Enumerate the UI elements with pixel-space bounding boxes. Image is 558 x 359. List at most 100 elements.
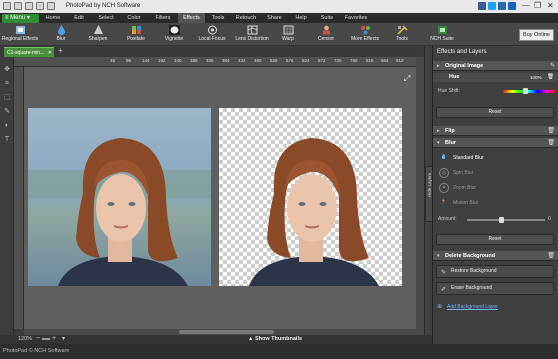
image-canvas[interactable]: ⤢ [24, 67, 416, 329]
tools-button[interactable]: Tools [383, 24, 421, 45]
tab-favorites[interactable]: Favorites [340, 13, 372, 23]
ruler-label: 576 [286, 58, 294, 63]
zoom-out-button[interactable]: − [36, 335, 40, 342]
help-icon[interactable] [47, 2, 55, 10]
amount-thumb[interactable] [499, 217, 504, 223]
ruler-label: 384 [222, 58, 230, 63]
motion-blur-label: Motion Blur [453, 200, 479, 206]
hue-reset-button[interactable]: Reset [436, 107, 554, 118]
regional-effects-button[interactable]: Regional Effects [0, 24, 40, 45]
standard-blur-option[interactable]: 💧 Standard Blur [439, 151, 549, 165]
zoom-blur-option[interactable]: ✳ Zoom Blur [439, 181, 549, 195]
restore-background-button[interactable]: ✎ Restore Background [436, 265, 554, 278]
hue-header[interactable]: Hue 100% 🗑 [433, 73, 558, 82]
tab-retouch[interactable]: Retouch [231, 13, 261, 23]
ruler-label: 768 [350, 58, 358, 63]
twitter-icon[interactable] [488, 2, 496, 10]
warp-button[interactable]: Warp [269, 24, 307, 45]
edit-icon[interactable]: ✎ [550, 61, 555, 71]
delete-bg-trash-icon[interactable]: 🗑 [547, 251, 555, 261]
local-focus-button[interactable]: Local Focus [193, 24, 231, 45]
main-menu-button[interactable]: ≡ Menu ▾ [2, 14, 39, 23]
censor-button[interactable]: Censor [307, 24, 345, 45]
undo-icon[interactable] [25, 2, 33, 10]
blur-reset-button[interactable]: Reset [436, 234, 554, 245]
crop-tool-icon[interactable]: ⌗ [2, 79, 12, 89]
vignette-button[interactable]: Vignette [155, 24, 193, 45]
brush-tool-icon[interactable]: ✎ [2, 107, 12, 117]
minimize-button[interactable]: — [522, 1, 530, 10]
fullscreen-icon[interactable]: ⤢ [404, 74, 410, 84]
main-menu-label: Menu [10, 15, 26, 21]
tab-edit[interactable]: Edit [66, 13, 92, 23]
show-thumbnails-button[interactable]: ▲ Show Thumbnails [248, 336, 302, 342]
tab-share[interactable]: Share [261, 13, 288, 23]
delete-flip-icon[interactable]: 🗑 [547, 126, 555, 136]
more-effects-button[interactable]: More Effects [345, 24, 385, 45]
pixelate-icon [131, 26, 141, 34]
original-image-header[interactable]: ▸ Original Image ✎ [433, 61, 558, 71]
blur-icon [57, 25, 65, 35]
lens-distortion-button[interactable]: Lens Distortion [231, 24, 273, 45]
zoom-blur-label: Zoom Blur [453, 185, 477, 191]
delete-background-header[interactable]: ▾ Delete Background 🗑 [433, 251, 558, 261]
window-title: PhotoPad by NCH Software [66, 3, 141, 9]
hue-shift-thumb[interactable] [523, 88, 528, 94]
delete-blur-icon[interactable]: 🗑 [547, 138, 555, 148]
regional-effects-label: Regional Effects [1, 36, 39, 42]
text-tool-icon[interactable]: T [2, 135, 12, 145]
select-tool-icon[interactable]: ⬚ [2, 93, 12, 103]
tab-suite[interactable]: Suite [314, 13, 340, 23]
motion-blur-option[interactable]: 🏃 Motion Blur [439, 196, 549, 210]
app-icon[interactable] [3, 2, 11, 10]
tab-help[interactable]: Help [288, 13, 314, 23]
close-button[interactable]: ✕ [547, 1, 554, 10]
sharpen-button[interactable]: Sharpen [79, 24, 117, 45]
redo-icon[interactable] [36, 2, 44, 10]
erase-background-button[interactable]: ✐ Erase Background [436, 282, 554, 295]
zoom-slider[interactable] [42, 338, 50, 340]
flip-header[interactable]: ▸ Flip 🗑 [433, 126, 558, 136]
new-tab-button[interactable]: + [58, 46, 63, 55]
fill-tool-icon[interactable]: ◐ [2, 121, 12, 131]
facebook-icon[interactable] [478, 2, 486, 10]
tools-icon [396, 25, 408, 35]
delete-hue-icon[interactable]: 🗑 [547, 73, 554, 82]
tab-filters[interactable]: Filters [148, 13, 178, 23]
maximize-button[interactable]: ❐ [534, 1, 541, 10]
zoom-in-button[interactable]: + [52, 335, 56, 342]
tab-select[interactable]: Select [92, 13, 120, 23]
nch-suite-icon [437, 26, 447, 34]
vignette-label: Vignette [164, 36, 184, 42]
ruler-label: 96 [126, 58, 132, 63]
buy-online-button[interactable]: Buy Online [519, 29, 554, 41]
ruler-label: 672 [318, 58, 326, 63]
vertical-scrollbar[interactable] [416, 57, 424, 335]
pixelate-button[interactable]: Pixelate [117, 24, 155, 45]
tab-tools[interactable]: Tools [205, 13, 231, 23]
tab-color[interactable]: Color [120, 13, 148, 23]
save-icon[interactable] [14, 2, 22, 10]
share-icon[interactable] [508, 2, 516, 10]
hue-shift-slider[interactable] [503, 90, 555, 93]
tab-effects[interactable]: Effects [178, 13, 205, 23]
blur-header[interactable]: ▾ Blur 🗑 [433, 138, 558, 148]
ruler-label: 336 [206, 58, 214, 63]
nch-suite-button[interactable]: NCH Suite [423, 24, 461, 45]
spin-blur-option[interactable]: ◎ Spin Blur [439, 166, 549, 180]
add-background-layer-link[interactable]: Add Background Layer [447, 304, 498, 310]
document-tab[interactable]: C1-square-min... ✕ [4, 47, 54, 57]
original-image-label: Original Image [445, 63, 484, 69]
tab-home[interactable]: Home [40, 13, 66, 23]
ruler-label: 864 [381, 58, 389, 63]
document-tab-label: C1-square-min... [7, 50, 45, 56]
amount-label: Amount: [438, 216, 457, 222]
blur-button[interactable]: Blur [42, 24, 80, 45]
move-tool-icon[interactable]: ✥ [2, 65, 12, 75]
linkedin-icon[interactable] [498, 2, 506, 10]
ruler-label: 240 [174, 58, 182, 63]
scroll-thumb[interactable] [179, 330, 274, 334]
amount-slider[interactable] [467, 219, 545, 221]
add-layer-icon[interactable]: ⊕ [437, 303, 442, 310]
zoom-options-icon[interactable]: ▾ [62, 335, 65, 342]
